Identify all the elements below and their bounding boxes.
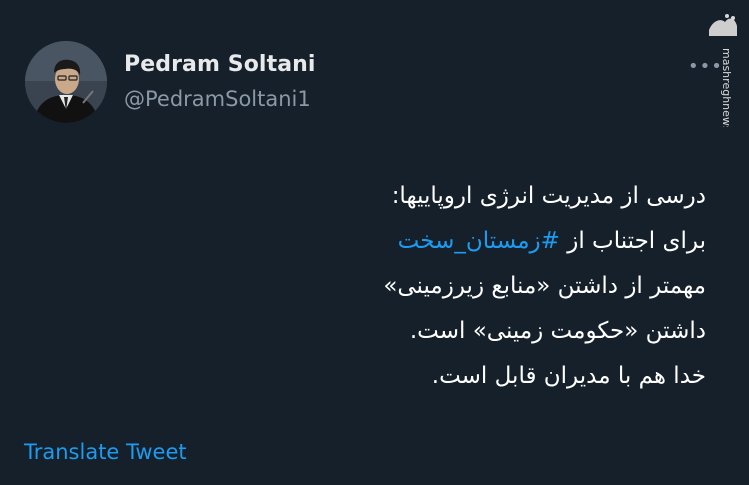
tweet-line-3: مهمتر از داشتن «منابع زیرزمینی» (383, 273, 706, 299)
watermark-site-text: mashreghnews.ir (720, 48, 733, 127)
tweet-line-2-prefix: برای اجتناب از (567, 228, 706, 254)
tweet-line-4: داشتن «حکومت زمینی» است. (409, 318, 706, 344)
tweet-text: درسی از مدیریت انرژی اروپاییها: برای اجت… (246, 174, 706, 399)
avatar[interactable] (25, 41, 107, 123)
person-photo-icon (25, 41, 107, 123)
tweet-line-1: درسی از مدیریت انرژی اروپاییها: (391, 183, 706, 209)
mashregh-watermark: mashreghnews.ir (703, 12, 743, 143)
tweet-line-2: برای اجتناب از #زمستان_سخت (246, 219, 706, 264)
tweet-line-5: خدا هم با مدیران قابل است. (431, 363, 706, 389)
hashtag-link[interactable]: #زمستان_سخت (398, 228, 560, 254)
author-display-name[interactable]: Pedram Soltani (124, 52, 316, 77)
author-handle[interactable]: @PedramSoltani1 (124, 87, 311, 111)
translate-tweet-link[interactable]: Translate Tweet (24, 440, 187, 464)
